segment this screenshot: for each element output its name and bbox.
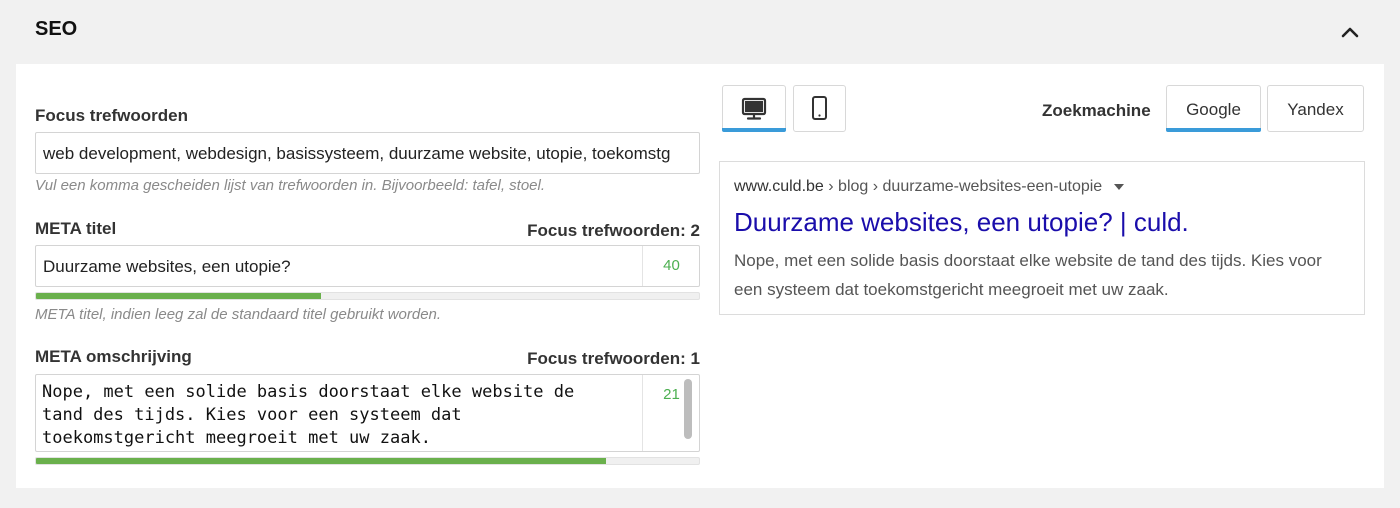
result-description: Nope, met een solide basis doorstaat elk… bbox=[734, 251, 1322, 299]
meta-description-textarea[interactable]: Nope, met een solide basis doorstaat elk… bbox=[35, 374, 700, 452]
meta-title-hint: META titel, indien leeg zal de standaard… bbox=[35, 306, 442, 323]
result-url-path: › blog › duurzame-websites-een-utopie bbox=[823, 178, 1103, 195]
section-title: SEO bbox=[35, 18, 78, 40]
seo-panel: Focus trefwoorden web development, webde… bbox=[16, 64, 1384, 488]
meta-title-label: META titel bbox=[35, 219, 117, 238]
meta-title-progress bbox=[35, 292, 700, 300]
desktop-preview-button[interactable] bbox=[722, 85, 786, 132]
engine-google-button[interactable]: Google bbox=[1166, 85, 1261, 132]
google-active-indicator bbox=[1166, 128, 1261, 132]
desktop-active-indicator bbox=[722, 128, 786, 132]
meta-title-focus-count: Focus trefwoorden: 2 bbox=[527, 221, 700, 240]
meta-title-char-counter: 40 bbox=[663, 257, 680, 274]
meta-description-focus-count: Focus trefwoorden: 1 bbox=[527, 349, 700, 368]
meta-description-label: META omschrijving bbox=[35, 347, 192, 366]
engine-google-label: Google bbox=[1186, 100, 1241, 119]
search-engine-label: Zoekmachine bbox=[1042, 101, 1151, 120]
chevron-up-icon bbox=[1341, 27, 1359, 38]
mobile-preview-button[interactable] bbox=[793, 85, 846, 132]
engine-yandex-label: Yandex bbox=[1287, 100, 1344, 119]
caret-down-icon bbox=[1113, 183, 1124, 190]
result-url: www.culd.be › blog › duurzame-websites-e… bbox=[734, 178, 1125, 196]
focus-keywords-value: web development, webdesign, basissysteem… bbox=[43, 144, 671, 163]
result-url-domain: www.culd.be bbox=[734, 178, 824, 195]
collapse-button[interactable] bbox=[1336, 18, 1364, 46]
engine-yandex-button[interactable]: Yandex bbox=[1267, 85, 1364, 132]
textarea-scrollbar[interactable] bbox=[684, 379, 692, 439]
focus-keywords-label: Focus trefwoorden bbox=[35, 106, 189, 125]
seo-header: SEO bbox=[0, 0, 1400, 64]
focus-keywords-input[interactable]: web development, webdesign, basissysteem… bbox=[35, 132, 700, 174]
meta-description-progress bbox=[35, 457, 700, 465]
meta-description-progress-fill bbox=[36, 458, 607, 464]
desktop-icon bbox=[741, 97, 767, 120]
meta-title-progress-fill bbox=[36, 293, 322, 299]
meta-title-input[interactable]: Duurzame websites, een utopie? 40 bbox=[35, 245, 700, 287]
meta-description-value: Nope, met een solide basis doorstaat elk… bbox=[42, 382, 575, 448]
search-result-preview: www.culd.be › blog › duurzame-websites-e… bbox=[719, 161, 1365, 315]
mobile-icon bbox=[812, 96, 827, 120]
result-title[interactable]: Duurzame websites, een utopie? | culd. bbox=[734, 207, 1189, 238]
meta-title-value: Duurzame websites, een utopie? bbox=[43, 257, 291, 276]
focus-keywords-hint: Vul een komma gescheiden lijst van trefw… bbox=[35, 177, 546, 194]
